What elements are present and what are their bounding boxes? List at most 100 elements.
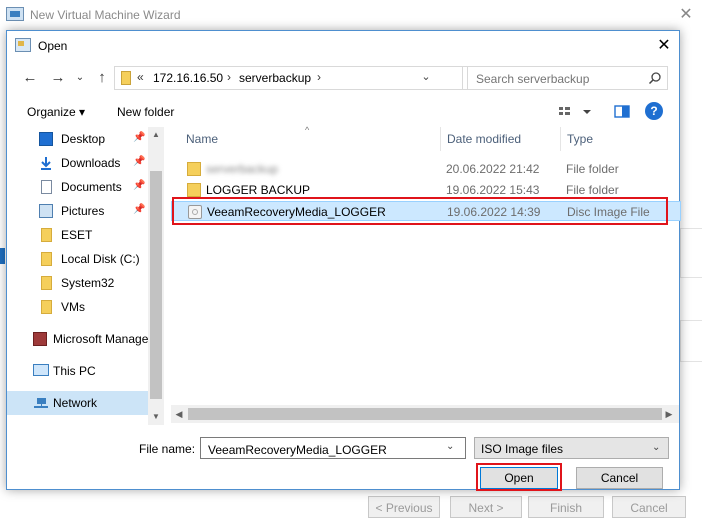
file-date: 19.06.2022 15:43 [446, 183, 540, 197]
search-input[interactable] [474, 70, 648, 88]
folder-icon [187, 162, 201, 176]
mmc-icon [33, 332, 47, 346]
file-type-value: ISO Image files [481, 442, 564, 456]
help-icon[interactable]: ? [645, 102, 663, 120]
wizard-panel-edge [680, 228, 702, 278]
nav-item-eset[interactable]: ESET [7, 223, 148, 247]
dialog-close-icon[interactable]: ✕ [653, 35, 675, 57]
file-type-select[interactable]: ISO Image files ⌄ [474, 437, 669, 459]
address-chevron-icon[interactable]: › [317, 70, 321, 84]
file-date: 20.06.2022 21:42 [446, 162, 540, 176]
change-view-icon[interactable] [557, 103, 597, 121]
nav-item-label: Downloads [61, 156, 121, 170]
address-segment-host[interactable]: 172.16.16.50 [153, 71, 223, 85]
wizard-previous-button[interactable]: < Previous [368, 496, 440, 518]
scroll-left-icon[interactable]: ◀ [171, 405, 187, 423]
file-row-selected[interactable]: VeeamRecoveryMedia_LOGGER 19.06.2022 14:… [171, 201, 681, 221]
file-name: VeeamRecoveryMedia_LOGGER [207, 205, 386, 219]
pin-icon[interactable]: 📌 [133, 132, 145, 143]
nav-item-label: Microsoft Manage [53, 332, 149, 346]
nav-item-label: Local Disk (C:) [61, 252, 140, 266]
address-dropdown-icon[interactable]: ⌄ [418, 70, 434, 86]
search-box[interactable] [467, 66, 668, 90]
scrollbar-thumb[interactable] [188, 408, 662, 420]
organize-dropdown-icon: ▾ [79, 105, 86, 119]
folder-icon [41, 276, 52, 290]
file-list-hscrollbar[interactable]: ◀ ▶ [171, 405, 679, 423]
disc-image-icon [188, 205, 202, 219]
column-header-date[interactable]: Date modified [447, 132, 521, 146]
organize-menu[interactable]: Organize ▾ [27, 105, 85, 119]
new-folder-button[interactable]: New folder [117, 105, 174, 119]
pin-icon[interactable]: 📌 [133, 156, 145, 167]
file-row[interactable]: serverbackup 20.06.2022 21:42 File folde… [171, 159, 681, 179]
nav-item-network[interactable]: Network [7, 391, 148, 415]
nav-item-pictures[interactable]: Pictures 📌 [7, 199, 148, 223]
nav-item-mmc[interactable]: Microsoft Manage [7, 327, 148, 351]
address-chevron-icon[interactable]: › [227, 70, 231, 84]
folder-icon [41, 252, 52, 266]
dialog-icon [15, 38, 31, 52]
sort-ascending-icon: ^ [305, 125, 310, 135]
folder-icon [41, 300, 52, 314]
column-divider[interactable] [560, 127, 561, 151]
search-icon[interactable] [648, 71, 662, 85]
nav-item-documents[interactable]: Documents 📌 [7, 175, 148, 199]
documents-icon [41, 180, 52, 194]
wizard-next-button[interactable]: Next > [450, 496, 522, 518]
this-pc-icon [33, 364, 49, 376]
preview-pane-icon[interactable] [613, 103, 631, 121]
navigation-scrollbar[interactable]: ▲ ▼ [148, 127, 164, 425]
file-name: serverbackup [206, 162, 279, 176]
nav-item-label: Network [53, 396, 98, 410]
nav-item-this-pc[interactable]: This PC [7, 359, 148, 383]
scroll-right-icon[interactable]: ▶ [661, 405, 677, 423]
column-header-type[interactable]: Type [567, 132, 593, 146]
forward-arrow-icon[interactable]: → [48, 68, 68, 88]
address-overflow[interactable]: « [137, 70, 144, 84]
back-arrow-icon[interactable]: ← [20, 68, 40, 88]
wizard-titlebar: New Virtual Machine Wizard ✕ [0, 0, 702, 30]
folder-icon [187, 183, 201, 197]
nav-item-label: System32 [61, 276, 115, 290]
cancel-button[interactable]: Cancel [576, 467, 663, 489]
network-icon [34, 398, 48, 408]
file-type: Disc Image File [567, 205, 650, 219]
nav-item-label: VMs [61, 300, 85, 314]
file-row[interactable]: LOGGER BACKUP 19.06.2022 15:43 File fold… [171, 180, 681, 200]
chevron-down-icon[interactable]: ⌄ [446, 441, 454, 452]
nav-item-local-disk[interactable]: Local Disk (C:) [7, 247, 148, 271]
file-type: File folder [566, 183, 619, 197]
scroll-down-icon[interactable]: ▼ [148, 409, 164, 425]
open-dialog: Open ✕ ← → ⌄ ↑ « 172.16.16.50 › serverba… [6, 30, 681, 491]
file-name-combobox[interactable]: ⌄ [200, 437, 466, 459]
wizard-close-icon[interactable]: ✕ [676, 5, 696, 25]
file-type: File folder [566, 162, 619, 176]
scroll-up-icon[interactable]: ▲ [148, 127, 164, 143]
column-divider[interactable] [440, 127, 441, 151]
nav-item-label: ESET [61, 228, 93, 242]
recent-locations-chevron-icon[interactable]: ⌄ [70, 68, 90, 88]
scrollbar-thumb[interactable] [150, 171, 162, 399]
chevron-down-icon: ⌄ [652, 442, 661, 453]
column-header-name[interactable]: Name [186, 132, 218, 146]
nav-item-vms[interactable]: VMs [7, 295, 148, 319]
up-arrow-icon[interactable]: ↑ [92, 68, 112, 88]
open-button[interactable]: Open [480, 467, 558, 489]
file-name-input[interactable] [206, 441, 445, 458]
wizard-finish-button[interactable]: Finish [528, 496, 604, 518]
nav-item-label: This PC [53, 364, 96, 378]
dialog-titlebar: Open ✕ [7, 31, 679, 61]
nav-item-desktop[interactable]: Desktop 📌 [7, 127, 148, 151]
folder-icon [41, 228, 52, 242]
wizard-cancel-button[interactable]: Cancel [612, 496, 686, 518]
dialog-title: Open [38, 39, 68, 53]
wizard-title: New Virtual Machine Wizard [30, 8, 181, 22]
nav-item-system32[interactable]: System32 [7, 271, 148, 295]
pin-icon[interactable]: 📌 [133, 180, 145, 191]
pin-icon[interactable]: 📌 [133, 204, 145, 215]
wizard-step-marker [0, 248, 5, 264]
address-segment-folder[interactable]: serverbackup [239, 71, 311, 85]
nav-item-downloads[interactable]: Downloads 📌 [7, 151, 148, 175]
address-bar[interactable]: « 172.16.16.50 › serverbackup › ⌄ [114, 66, 463, 90]
